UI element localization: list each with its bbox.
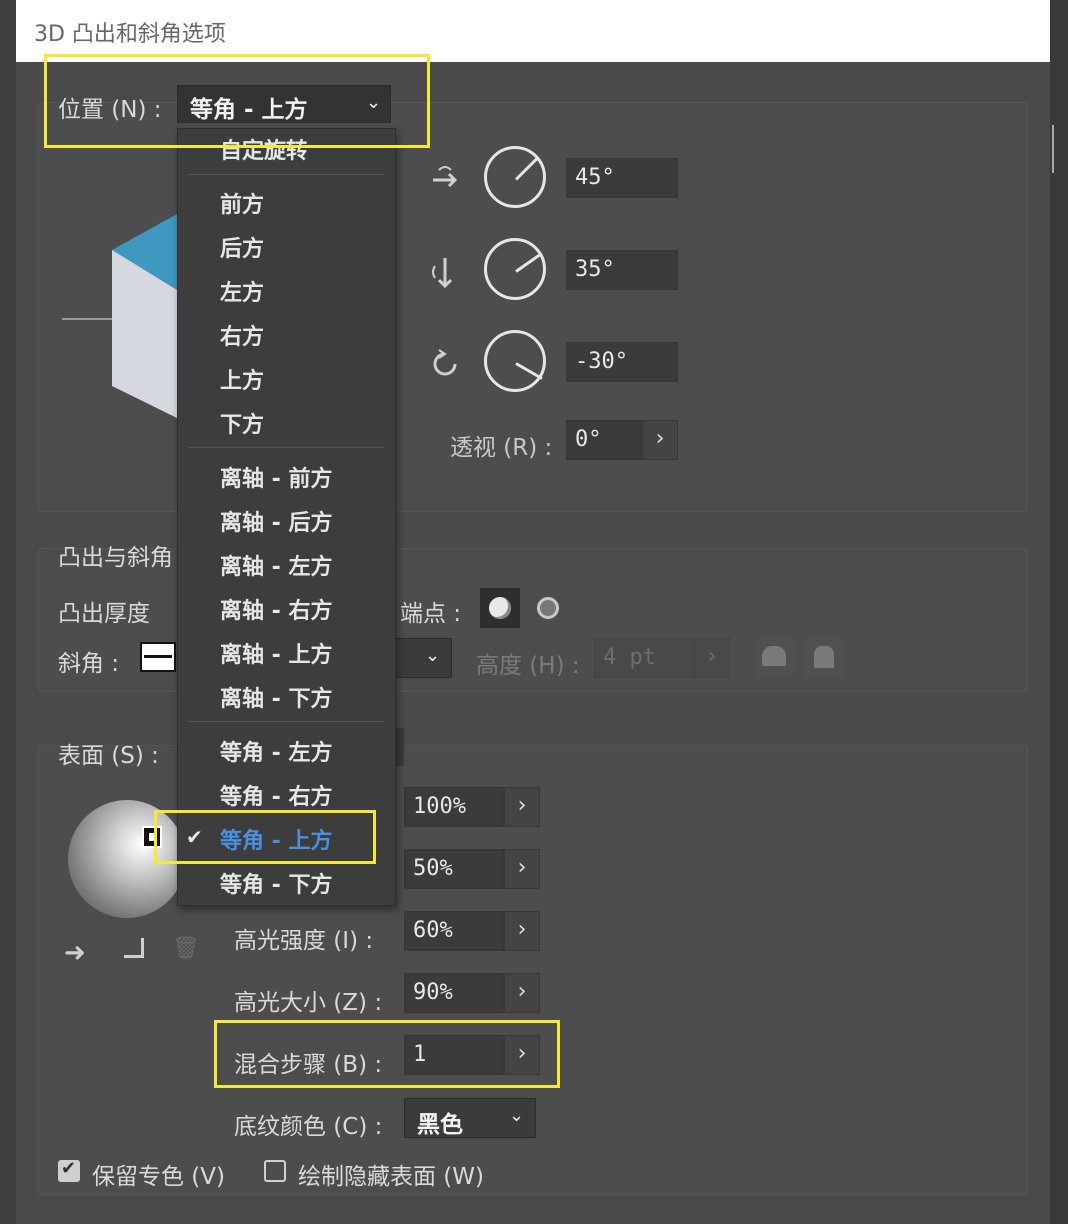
surface-label: 表面 (S) : bbox=[58, 743, 159, 769]
draw-hidden-checkbox[interactable] bbox=[264, 1160, 286, 1182]
title-bar: 3D 凸出和斜角选项 bbox=[16, 0, 1050, 62]
perspective-label: 透视 (R) : bbox=[450, 435, 553, 461]
highlight-intensity-label: 高光强度 (I) : bbox=[234, 928, 374, 954]
left-edge bbox=[0, 0, 16, 1224]
bevel-in-icon bbox=[814, 646, 834, 668]
menu-item-bottom[interactable]: 下方 bbox=[220, 407, 264, 439]
cap-off-icon bbox=[537, 597, 559, 619]
menu-item-right[interactable]: 右方 bbox=[220, 319, 264, 351]
menu-item-offaxis-left[interactable]: 离轴 - 左方 bbox=[220, 549, 332, 581]
window-title: 3D 凸出和斜角选项 bbox=[34, 22, 226, 47]
rotate-z-icon bbox=[433, 349, 457, 376]
chevron-down-icon: ⌄ bbox=[425, 645, 441, 666]
shade-color-value: 黑色 bbox=[417, 1112, 463, 1138]
highlight-intensity-field[interactable]: 60% bbox=[404, 911, 504, 951]
menu-item-back[interactable]: 后方 bbox=[220, 231, 264, 263]
right-edge bbox=[1050, 0, 1068, 1224]
bevel-label: 斜角 : bbox=[58, 651, 120, 677]
scroll-indicator bbox=[1052, 125, 1066, 173]
menu-separator bbox=[188, 447, 385, 448]
cap-off-button[interactable] bbox=[528, 588, 568, 628]
preserve-spot-checkbox[interactable]: ✔ bbox=[58, 1158, 80, 1182]
bevel-swatch[interactable] bbox=[140, 642, 176, 672]
bevel-out-button[interactable] bbox=[754, 638, 794, 678]
highlight-position-box bbox=[44, 54, 430, 148]
ambient-light-field[interactable]: 50% bbox=[404, 849, 504, 889]
position-dropdown-menu: 自定旋转 前方 后方 左方 右方 上方 下方 离轴 - 前方 离轴 - 后方 离… bbox=[177, 128, 396, 906]
light-intensity-field[interactable]: 100% bbox=[404, 787, 504, 827]
highlight-blend-steps-box bbox=[214, 1020, 560, 1088]
draw-hidden-label: 绘制隐藏表面 (W) bbox=[298, 1164, 484, 1190]
rotate-x-field[interactable]: 45° bbox=[566, 158, 678, 198]
menu-item-offaxis-top[interactable]: 离轴 - 上方 bbox=[220, 637, 332, 669]
rotate-x-icon bbox=[433, 166, 458, 188]
perspective-stepper[interactable]: › bbox=[642, 420, 678, 460]
menu-item-top[interactable]: 上方 bbox=[220, 363, 264, 395]
extrude-section-label: 凸出与斜角 bbox=[58, 545, 173, 571]
menu-item-offaxis-front[interactable]: 离轴 - 前方 bbox=[220, 461, 332, 493]
chevron-down-icon: ⌄ bbox=[509, 1105, 525, 1126]
menu-separator bbox=[188, 721, 385, 722]
shade-color-label: 底纹颜色 (C) : bbox=[234, 1114, 383, 1140]
cap-on-icon bbox=[489, 597, 511, 619]
height-stepper[interactable]: › bbox=[694, 638, 730, 678]
rotate-y-icon bbox=[432, 258, 453, 289]
menu-item-left[interactable]: 左方 bbox=[220, 275, 264, 307]
rotate-y-dial[interactable] bbox=[484, 238, 546, 300]
new-light-icon[interactable] bbox=[124, 938, 144, 958]
checkmark-icon: ✔ bbox=[61, 1158, 77, 1179]
menu-item-offaxis-right[interactable]: 离轴 - 右方 bbox=[220, 593, 332, 625]
rotate-z-dial[interactable] bbox=[484, 330, 546, 392]
menu-item-offaxis-bottom[interactable]: 离轴 - 下方 bbox=[220, 681, 332, 713]
height-field[interactable]: 4 pt bbox=[594, 638, 694, 678]
shade-color-select[interactable]: 黑色 ⌄ bbox=[404, 1098, 536, 1138]
menu-item-iso-right[interactable]: 等角 - 右方 bbox=[220, 779, 332, 811]
dial-needle bbox=[515, 362, 543, 380]
highlight-selected-item-box bbox=[154, 810, 376, 864]
cap-on-button[interactable] bbox=[480, 588, 520, 628]
menu-item-iso-left[interactable]: 等角 - 左方 bbox=[220, 735, 332, 767]
highlight-intensity-stepper[interactable]: › bbox=[504, 911, 540, 951]
cap-label: 端点 : bbox=[400, 601, 462, 627]
perspective-field[interactable]: 0° bbox=[566, 420, 642, 460]
dial-needle bbox=[514, 157, 539, 181]
cube-icon bbox=[112, 214, 177, 418]
bevel-in-button[interactable] bbox=[804, 638, 844, 678]
delete-light-icon[interactable]: 🗑 bbox=[172, 936, 200, 961]
menu-item-front[interactable]: 前方 bbox=[220, 187, 264, 219]
menu-item-offaxis-back[interactable]: 离轴 - 后方 bbox=[220, 505, 332, 537]
cube-preview[interactable] bbox=[60, 200, 180, 430]
height-label: 高度 (H) : bbox=[476, 653, 580, 679]
move-light-back-icon[interactable]: ➜ bbox=[64, 938, 86, 968]
menu-separator bbox=[188, 174, 385, 175]
bevel-swatch-line bbox=[144, 655, 172, 658]
rotate-y-field[interactable]: 35° bbox=[566, 250, 678, 290]
light-intensity-stepper[interactable]: › bbox=[504, 787, 540, 827]
dial-needle bbox=[515, 253, 542, 273]
preserve-spot-label: 保留专色 (V) bbox=[92, 1164, 225, 1190]
rotate-x-dial[interactable] bbox=[484, 146, 546, 208]
ambient-light-stepper[interactable]: › bbox=[504, 849, 540, 889]
highlight-size-field[interactable]: 90% bbox=[404, 973, 504, 1013]
highlight-size-stepper[interactable]: › bbox=[504, 973, 540, 1013]
bevel-select[interactable]: ⌄ bbox=[394, 638, 452, 678]
highlight-size-label: 高光大小 (Z) : bbox=[234, 990, 383, 1016]
bevel-out-icon bbox=[762, 646, 786, 666]
menu-item-iso-bottom[interactable]: 等角 - 下方 bbox=[220, 867, 332, 899]
rotate-z-field[interactable]: -30° bbox=[566, 342, 678, 382]
extrude-depth-label: 凸出厚度 bbox=[58, 601, 150, 627]
